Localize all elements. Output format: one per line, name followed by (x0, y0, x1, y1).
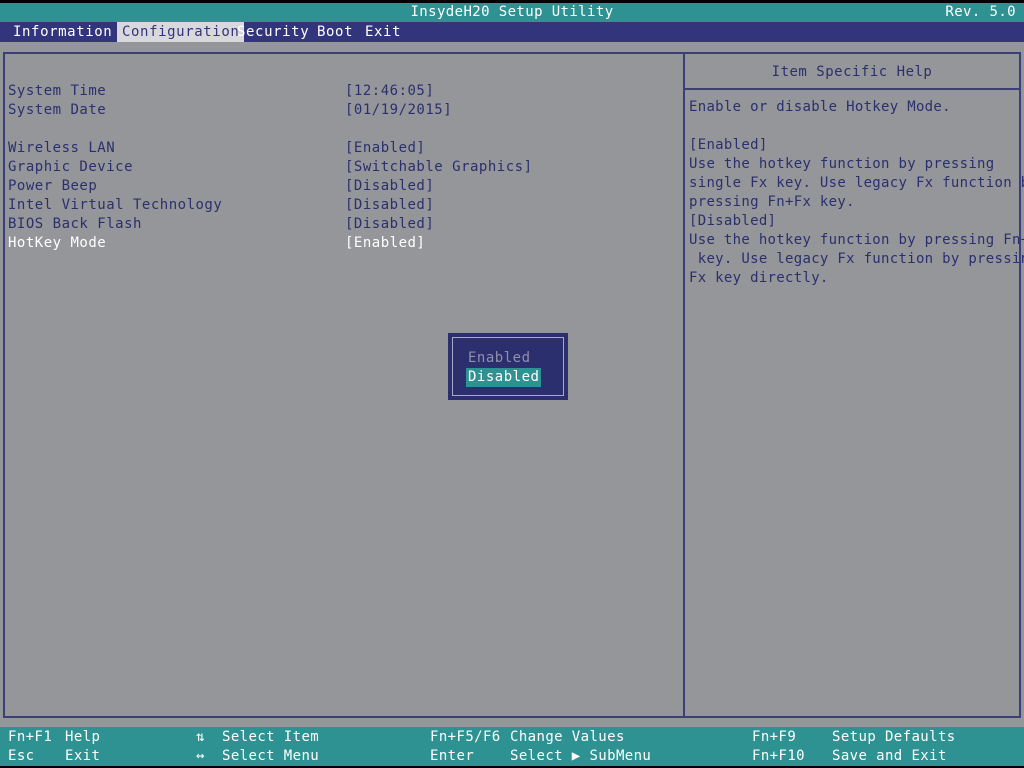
title-bar: InsydeH20 Setup Utility Rev. 5.0 (0, 3, 1024, 22)
help-line: [Disabled] (689, 213, 777, 229)
help-line: single Fx key. Use legacy Fx function by (689, 175, 1024, 191)
dropdown-option-disabled[interactable]: Disabled (466, 368, 542, 387)
hint-desc-change-values: Change Values (510, 729, 625, 745)
help-line: Use the hotkey function by pressing (689, 156, 995, 172)
setting-label: Graphic Device (8, 159, 134, 175)
setting-value[interactable]: [12:46:05] (345, 82, 434, 101)
help-line (689, 117, 1019, 136)
setting-label: BIOS Back Flash (8, 216, 142, 232)
tab-exit[interactable]: Exit (360, 22, 406, 42)
hint-key-enter: Enter (430, 748, 475, 764)
setting-row-system-time[interactable]: System Time [12:46:05] (8, 82, 668, 101)
setting-value[interactable]: [Switchable Graphics] (345, 158, 533, 177)
hint-desc-select-submenu: Select ▶ SubMenu (510, 748, 652, 764)
tab-information[interactable]: Information (8, 22, 117, 42)
hint-desc-exit: Exit (65, 748, 101, 764)
setting-label: HotKey Mode (8, 235, 107, 251)
setting-label: Power Beep (8, 178, 98, 194)
dropdown-inner-border: Enabled Disabled (452, 337, 564, 396)
setting-value[interactable]: [Disabled] (345, 215, 434, 234)
setting-label: System Date (8, 102, 107, 118)
setting-row-system-date[interactable]: System Date [01/19/2015] (8, 101, 668, 120)
setting-row-intel-virtual-technology[interactable]: Intel Virtual Technology [Disabled] (8, 196, 668, 215)
help-line: Enable or disable Hotkey Mode. (689, 99, 951, 115)
setting-row-wireless-lan[interactable]: Wireless LAN [Enabled] (8, 139, 668, 158)
app-title: InsydeH20 Setup Utility (410, 4, 614, 20)
item-specific-help-panel: Item Specific Help Enable or disable Hot… (685, 54, 1024, 716)
hotkey-mode-dropdown[interactable]: Enabled Disabled (448, 333, 568, 400)
bios-setup-screen: InsydeH20 Setup Utility Rev. 5.0 Informa… (0, 0, 1024, 768)
hint-key-esc: Esc (8, 748, 35, 764)
hint-key-fn-f5-f6: Fn+F5/F6 (430, 729, 501, 745)
help-line: Fx key directly. (689, 270, 829, 286)
hint-key-fn-f9: Fn+F9 (752, 729, 797, 745)
setting-label: Wireless LAN (8, 140, 116, 156)
setting-row-bios-back-flash[interactable]: BIOS Back Flash [Disabled] (8, 215, 668, 234)
hint-group-left: Fn+F1 Help Esc Exit (8, 727, 188, 766)
hint-desc-help: Help (65, 729, 101, 745)
hint-desc-setup-defaults: Setup Defaults (832, 729, 956, 745)
setting-value[interactable]: [Disabled] (345, 177, 434, 196)
setting-value[interactable]: [01/19/2015] (345, 101, 452, 120)
bottom-help-bar: Fn+F1 Help Esc Exit ⇅ Select Item ↔ Sele… (0, 727, 1024, 766)
setting-row-graphic-device[interactable]: Graphic Device [Switchable Graphics] (8, 158, 668, 177)
hint-desc-select-menu: Select Menu (222, 748, 320, 764)
settings-list: System Time [12:46:05] System Date [01/1… (0, 42, 683, 718)
revision-label: Rev. 5.0 (945, 4, 1016, 20)
setting-value[interactable]: [Enabled] (345, 234, 425, 253)
hint-key-fn-f10: Fn+F10 (752, 748, 805, 764)
setting-row-power-beep[interactable]: Power Beep [Disabled] (8, 177, 668, 196)
help-line: Use the hotkey function by pressing Fn+F… (689, 232, 1024, 248)
updown-arrow-icon: ⇅ (196, 729, 205, 745)
tab-configuration[interactable]: Configuration (117, 22, 245, 42)
hint-key-fn-f1: Fn+F1 (8, 729, 53, 745)
leftright-arrow-icon: ↔ (196, 748, 205, 764)
hint-group-defaults: Fn+F9 Setup Defaults Fn+F10 Save and Exi… (752, 727, 1022, 766)
help-line: key. Use legacy Fx function by pressing (689, 251, 1024, 267)
tab-security[interactable]: Security (232, 22, 314, 42)
setting-row-hotkey-mode[interactable]: HotKey Mode [Enabled] (8, 234, 668, 253)
hint-desc-select-item: Select Item (222, 729, 320, 745)
tab-boot[interactable]: Boot (312, 22, 358, 42)
dropdown-option-enabled[interactable]: Enabled (466, 349, 533, 368)
hint-group-values: Fn+F5/F6 Change Values Enter Select ▶ Su… (430, 727, 730, 766)
right-panel-border (1019, 52, 1021, 718)
hint-group-navigation: ⇅ Select Item ↔ Select Menu (196, 727, 416, 766)
help-line: [Enabled] (689, 137, 768, 153)
help-panel-title: Item Specific Help (771, 64, 933, 80)
hint-desc-save-and-exit: Save and Exit (832, 748, 947, 764)
setting-value[interactable]: [Disabled] (345, 196, 434, 215)
help-line: pressing Fn+Fx key. (689, 194, 855, 210)
help-panel-body: Enable or disable Hotkey Mode. [Enabled]… (689, 98, 1024, 288)
setting-label: System Time (8, 83, 107, 99)
menu-bar: Information Configuration Security Boot … (0, 22, 1024, 42)
setting-value[interactable]: [Enabled] (345, 139, 425, 158)
setting-label: Intel Virtual Technology (8, 197, 223, 213)
